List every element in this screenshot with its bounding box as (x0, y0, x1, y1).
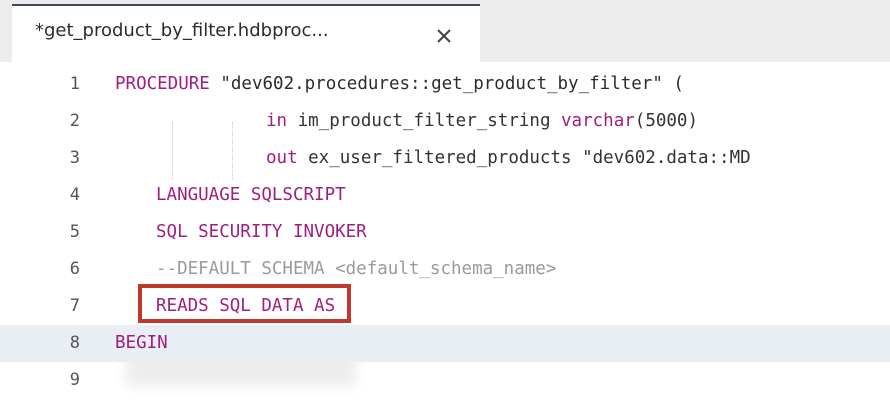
tab-title: *get_product_by_filter.hdbproc... (35, 20, 329, 41)
code-token: BEGIN (115, 333, 168, 353)
tab-get-product-by-filter[interactable]: *get_product_by_filter.hdbproc... (12, 4, 480, 62)
code-line[interactable]: 2 in im_product_filter_string varchar(500… (0, 103, 890, 140)
code-token: out (266, 148, 298, 168)
line-number: 2 (69, 111, 80, 131)
line-number: 1 (69, 74, 80, 94)
line-number: 4 (69, 185, 80, 205)
code-token: ex_user_filtered_products "dev602.data::… (297, 148, 751, 168)
code-line[interactable]: 7 READS SQL DATA AS (0, 288, 890, 325)
code-text: READS SQL DATA AS (156, 296, 335, 316)
code-text: LANGUAGE SQLSCRIPT (156, 185, 346, 205)
code-token: --DEFAULT SCHEMA <default_schema_name> (156, 259, 557, 279)
code-token: (5000) (634, 111, 698, 131)
code-text: SQL SECURITY INVOKER (156, 222, 367, 242)
line-number: 6 (69, 259, 80, 279)
code-text: --DEFAULT SCHEMA <default_schema_name> (156, 259, 556, 279)
code-text: BEGIN (115, 333, 168, 353)
code-line[interactable]: 3 out ex_user_filtered_products "dev602.d… (0, 140, 890, 177)
code-line[interactable]: 1 PROCEDURE "dev602.procedures::get_produ… (0, 66, 890, 103)
code-text: out ex_user_filtered_products "dev602.da… (266, 148, 751, 168)
code-editor-window: *get_product_by_filter.hdbproc... 1 PROCE… (0, 0, 890, 407)
code-editor[interactable]: 1 PROCEDURE "dev602.procedures::get_produ… (0, 62, 890, 407)
line-number: 3 (69, 148, 80, 168)
code-line[interactable]: 9 (0, 362, 890, 399)
code-token: SQL SECURITY INVOKER (156, 222, 367, 242)
code-token: in (266, 111, 288, 131)
code-text: in im_product_filter_string varchar(5000… (266, 111, 698, 131)
code-line[interactable]: 6 --DEFAULT SCHEMA <default_schema_name> (0, 251, 890, 288)
indent-guide (232, 122, 233, 180)
close-icon[interactable] (432, 24, 456, 48)
code-token: LANGUAGE SQLSCRIPT (156, 185, 346, 205)
line-number: 7 (69, 296, 80, 316)
line-number: 9 (69, 370, 80, 390)
code-line[interactable]: 4 LANGUAGE SQLSCRIPT (0, 177, 890, 214)
code-line[interactable]: 8 BEGIN (0, 325, 890, 362)
code-token: im_product_filter_string (287, 111, 562, 131)
code-token: "dev602.procedures::get_product_by_filte… (209, 74, 684, 94)
code-token: READS SQL DATA AS (156, 296, 336, 316)
code-token: PROCEDURE (115, 74, 210, 94)
code-text: PROCEDURE "dev602.procedures::get_produc… (115, 74, 684, 94)
tab-bar: *get_product_by_filter.hdbproc... (0, 0, 890, 62)
line-number: 5 (69, 222, 80, 242)
code-line[interactable]: 5 SQL SECURITY INVOKER (0, 214, 890, 251)
code-token: varchar (561, 111, 635, 131)
indent-guide (172, 122, 173, 180)
line-number: 8 (69, 333, 80, 353)
